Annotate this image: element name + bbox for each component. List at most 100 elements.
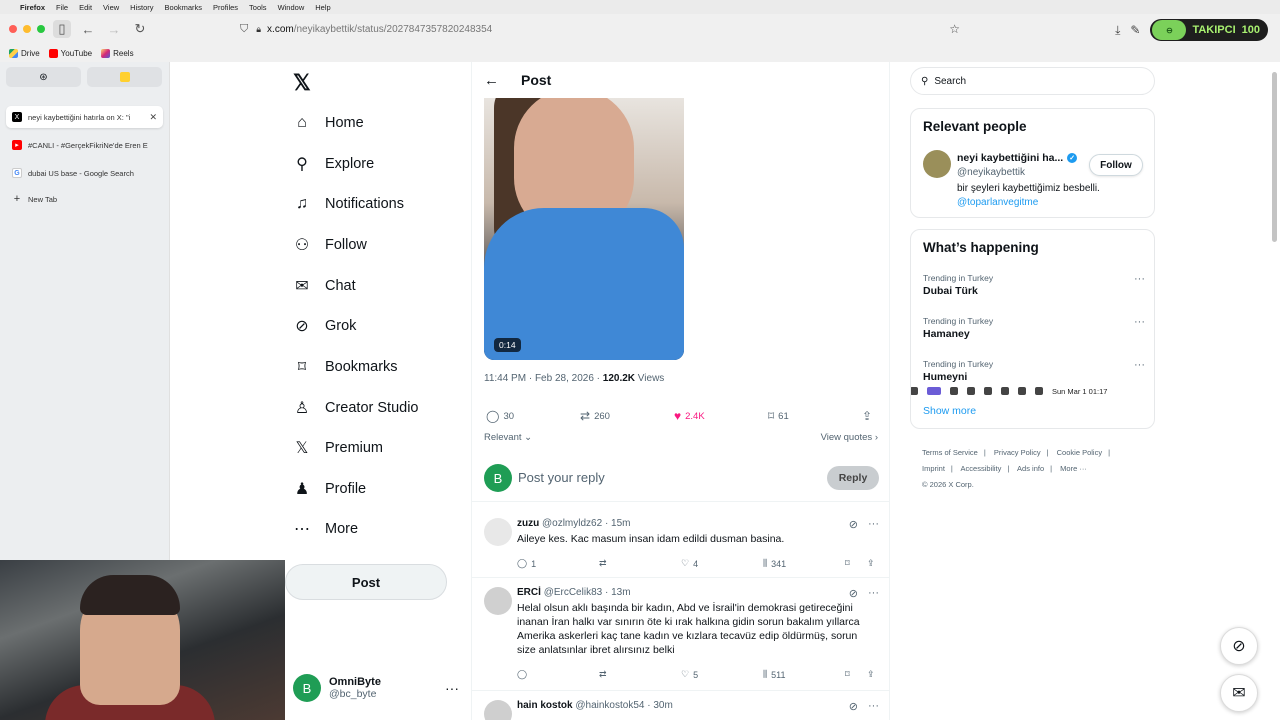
footer-link[interactable]: Privacy Policy xyxy=(994,448,1041,457)
footer-link[interactable]: Ads info xyxy=(1017,464,1044,473)
like-action[interactable]: ♥ 2.4K xyxy=(674,409,705,423)
reply-button[interactable]: Reply xyxy=(827,466,879,490)
relevant-person-name[interactable]: neyi kaybettiğini ha... ✓ xyxy=(957,152,1078,164)
nav-home[interactable]: ⌂ Home xyxy=(293,110,364,136)
grok-icon[interactable]: ⊘ xyxy=(849,518,858,531)
follow-button[interactable]: Follow xyxy=(1089,154,1143,176)
reply-action[interactable]: ◯ 30 xyxy=(486,409,514,423)
menu-history[interactable]: History xyxy=(130,3,153,12)
nav-explore[interactable]: ⚲ Explore xyxy=(293,151,374,177)
bookmark-action[interactable]: ⌑ 61 xyxy=(768,409,789,423)
close-tab-icon[interactable]: ✕ xyxy=(149,112,157,123)
avatar[interactable] xyxy=(923,150,951,178)
repost-action[interactable]: ⇄ 260 xyxy=(580,409,610,423)
reply-input[interactable]: Post your reply xyxy=(518,470,605,485)
downloads-icon[interactable]: ⤓ xyxy=(1115,23,1120,38)
more-dots-icon[interactable]: ··· xyxy=(1134,273,1145,285)
messages-fab-icon[interactable]: ✉ xyxy=(1220,674,1258,712)
footer-link[interactable]: Accessibility xyxy=(961,464,1002,473)
reply-author[interactable]: ERCİ xyxy=(517,587,541,598)
nav-bookmarks[interactable]: ⌑ Bookmarks xyxy=(293,354,398,380)
bookmark-youtube[interactable]: YouTube xyxy=(48,48,92,58)
nav-more[interactable]: ⋯ More xyxy=(293,516,358,542)
lock-icon[interactable]: 🔒︎ xyxy=(256,24,261,35)
account-switcher[interactable]: B OmniByte @bc_byte ··· xyxy=(293,674,463,702)
more-dots-icon[interactable]: ··· xyxy=(1134,316,1145,328)
menu-file[interactable]: File xyxy=(56,3,68,12)
tab-x-post[interactable]: X neyi kaybettiğini hatırla on X: "i ✕ xyxy=(6,106,163,128)
views-action[interactable]: ⫼ 511 xyxy=(763,669,786,680)
minimize-window-icon[interactable] xyxy=(23,25,31,33)
footer-link[interactable]: More ··· xyxy=(1060,464,1087,473)
close-window-icon[interactable] xyxy=(9,25,17,33)
nav-chat[interactable]: ✉ Chat xyxy=(293,273,355,299)
trend-item[interactable]: Trending in Turkey Dubai Türk ··· xyxy=(923,273,1145,297)
grok-icon[interactable]: ⊘ xyxy=(849,700,858,713)
nav-follow[interactable]: ⚇ Follow xyxy=(293,232,367,258)
avatar[interactable] xyxy=(484,587,512,615)
menu-profiles[interactable]: Profiles xyxy=(213,3,238,12)
reply-item[interactable]: zuzu @ozlmyldz62 · 15m ⊘ ··· Aileye kes. … xyxy=(472,510,889,578)
reply-author[interactable]: zuzu xyxy=(517,518,539,529)
zoom-window-icon[interactable] xyxy=(37,25,45,33)
post-video[interactable]: 0:14 xyxy=(484,98,684,360)
avatar[interactable] xyxy=(484,700,512,720)
extension-takipci[interactable]: ⊖ TAKIPCI 100 xyxy=(1150,19,1268,41)
bookmark-reels[interactable]: Reels xyxy=(101,48,134,58)
tab-google-search[interactable]: G dubai US base - Google Search xyxy=(6,162,163,184)
nav-profile[interactable]: ♟ Profile xyxy=(293,476,366,502)
more-dots-icon[interactable]: ··· xyxy=(868,700,879,713)
avatar[interactable] xyxy=(484,518,512,546)
menu-tools[interactable]: Tools xyxy=(249,3,267,12)
reload-icon[interactable]: ↻ xyxy=(131,20,149,38)
wrench-icon[interactable]: ✎ xyxy=(1130,23,1140,37)
reply-action[interactable]: ◯ xyxy=(517,669,527,680)
sidebar-toggle-icon[interactable]: ▯ xyxy=(53,20,71,38)
trend-item[interactable]: Trending in Turkey Hamaney ··· xyxy=(923,316,1145,340)
like-action[interactable]: ♡ 5 xyxy=(681,669,698,680)
repost-action[interactable]: ⇄ xyxy=(599,558,607,569)
menu-help[interactable]: Help xyxy=(315,3,330,12)
post-button[interactable]: Post xyxy=(285,564,447,600)
share-action[interactable]: ⇪ xyxy=(867,558,875,569)
grok-fab-icon[interactable]: ⊘ xyxy=(1220,627,1258,665)
more-dots-icon[interactable]: ··· xyxy=(868,518,879,531)
url-bar[interactable]: ⛉ 🔒︎ x.com /neyikaybettik/status/2027847… xyxy=(240,20,970,38)
menu-window[interactable]: Window xyxy=(278,3,305,12)
more-dots-icon[interactable]: ··· xyxy=(445,680,459,696)
back-arrow-icon[interactable]: ← xyxy=(484,72,499,89)
more-dots-icon[interactable]: ··· xyxy=(868,587,879,600)
show-more-link[interactable]: Show more xyxy=(923,405,976,417)
tab-youtube-live[interactable]: ▸ #CANLI - #GerçekFikriNe'de Eren E xyxy=(6,134,163,156)
nav-notifications[interactable]: ♫ Notifications xyxy=(293,191,404,217)
menu-bookmarks[interactable]: Bookmarks xyxy=(165,3,203,12)
trend-item[interactable]: Trending in Turkey Humeyni ··· xyxy=(923,359,1145,383)
nav-grok[interactable]: ⊘ Grok xyxy=(293,313,356,339)
shield-icon[interactable]: ⛉ xyxy=(240,23,248,36)
search-input[interactable]: ⚲ Search xyxy=(910,67,1155,95)
repost-action[interactable]: ⇄ xyxy=(599,669,607,680)
footer-link[interactable]: Imprint xyxy=(922,464,945,473)
views-action[interactable]: ⫼ 341 xyxy=(763,558,786,569)
reply-item[interactable]: hain kostok @hainkostok54 · 30m ⊘ ··· xyxy=(472,692,889,720)
menu-app[interactable]: Firefox xyxy=(20,3,45,12)
bio-mention-link[interactable]: @toparlanvegitme xyxy=(957,197,1038,208)
reply-action[interactable]: ◯ 1 xyxy=(517,558,536,569)
back-icon[interactable]: ← xyxy=(79,20,97,38)
footer-link[interactable]: Cookie Policy xyxy=(1057,448,1102,457)
post-time[interactable]: 11:44 PM · Feb 28, 2026 · xyxy=(484,373,603,384)
new-tab-button[interactable]: + New Tab xyxy=(6,188,163,210)
menu-edit[interactable]: Edit xyxy=(79,3,92,12)
bookmark-star-icon[interactable]: ☆ xyxy=(949,22,960,36)
share-action[interactable]: ⇪ xyxy=(862,409,872,423)
reply-author[interactable]: hain kostok xyxy=(517,700,573,711)
forward-icon[interactable]: → xyxy=(105,20,123,38)
like-action[interactable]: ♡ 4 xyxy=(681,558,698,569)
share-action[interactable]: ⇪ xyxy=(867,669,875,680)
scrollbar[interactable] xyxy=(1272,72,1277,242)
nav-creator-studio[interactable]: ♙ Creator Studio xyxy=(293,395,419,421)
nav-premium[interactable]: 𝕏 Premium xyxy=(293,435,383,461)
x-logo-icon[interactable]: 𝕏 xyxy=(293,70,311,96)
reply-item[interactable]: ERCİ @ErcCelik83 · 13m ⊘ ··· Helal olsun … xyxy=(472,579,889,691)
grok-icon[interactable]: ⊘ xyxy=(849,587,858,600)
